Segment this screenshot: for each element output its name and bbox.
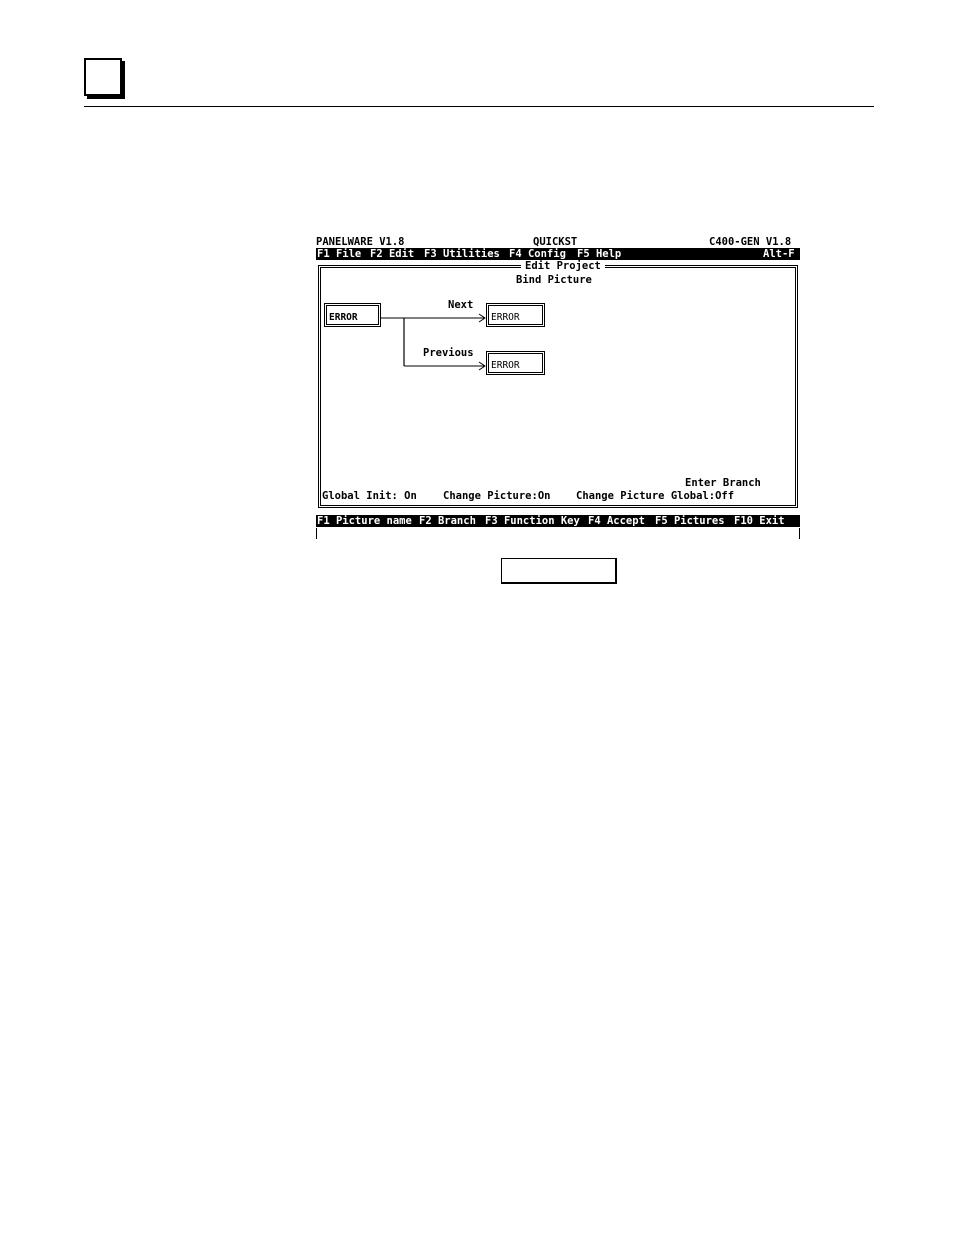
change-picture-global-status: Change Picture Global:Off bbox=[576, 490, 735, 502]
fkey-function-key[interactable]: F3 Function Key bbox=[485, 515, 580, 527]
enter-branch-prompt: Enter Branch bbox=[685, 477, 761, 489]
command-input-line[interactable] bbox=[316, 528, 800, 539]
edit-project-frame: Edit Project Bind Picture ERROR Next ERR… bbox=[318, 260, 798, 508]
menu-shortcut: Alt-F bbox=[763, 248, 795, 260]
branch-connectors bbox=[381, 313, 486, 371]
global-init-status: Global Init: On bbox=[322, 490, 417, 502]
fkey-exit[interactable]: F10 Exit bbox=[734, 515, 785, 527]
fkey-branch[interactable]: F2 Branch bbox=[419, 515, 476, 527]
current-picture-box[interactable]: ERROR bbox=[324, 303, 381, 327]
fkey-picture-name[interactable]: F1 Picture name bbox=[317, 515, 412, 527]
fkey-accept[interactable]: F4 Accept bbox=[588, 515, 645, 527]
branch-label-previous: Previous bbox=[423, 347, 474, 359]
menu-item-file[interactable]: F1 File bbox=[317, 248, 361, 260]
panelware-screen: PANELWARE V1.8 QUICKST C400-GEN V1.8 F1 … bbox=[316, 235, 800, 539]
function-key-bar: F1 Picture name F2 Branch F3 Function Ke… bbox=[316, 515, 800, 527]
menu-item-config[interactable]: F4 Config bbox=[509, 248, 566, 260]
change-picture-status: Change Picture:On bbox=[443, 490, 551, 502]
fkey-pictures[interactable]: F5 Pictures bbox=[655, 515, 725, 527]
target-name: C400-GEN V1.8 bbox=[709, 236, 792, 248]
branch-label-next: Next bbox=[448, 299, 474, 311]
app-name: PANELWARE V1.8 bbox=[316, 236, 405, 248]
menu-item-help[interactable]: F5 Help bbox=[577, 248, 621, 260]
next-picture-box[interactable]: ERROR bbox=[486, 303, 545, 327]
chapter-tab-marker bbox=[84, 58, 122, 96]
project-name: QUICKST bbox=[533, 236, 578, 248]
title-bar: PANELWARE V1.8 QUICKST C400-GEN V1.8 bbox=[316, 235, 800, 248]
caption-box bbox=[501, 558, 617, 584]
previous-picture-box[interactable]: ERROR bbox=[486, 351, 545, 375]
menu-bar: F1 File F2 Edit F3 Utilities F4 Config F… bbox=[316, 248, 800, 260]
menu-item-utilities[interactable]: F3 Utilities bbox=[424, 248, 500, 260]
header-rule bbox=[84, 106, 874, 107]
menu-item-edit[interactable]: F2 Edit bbox=[370, 248, 414, 260]
